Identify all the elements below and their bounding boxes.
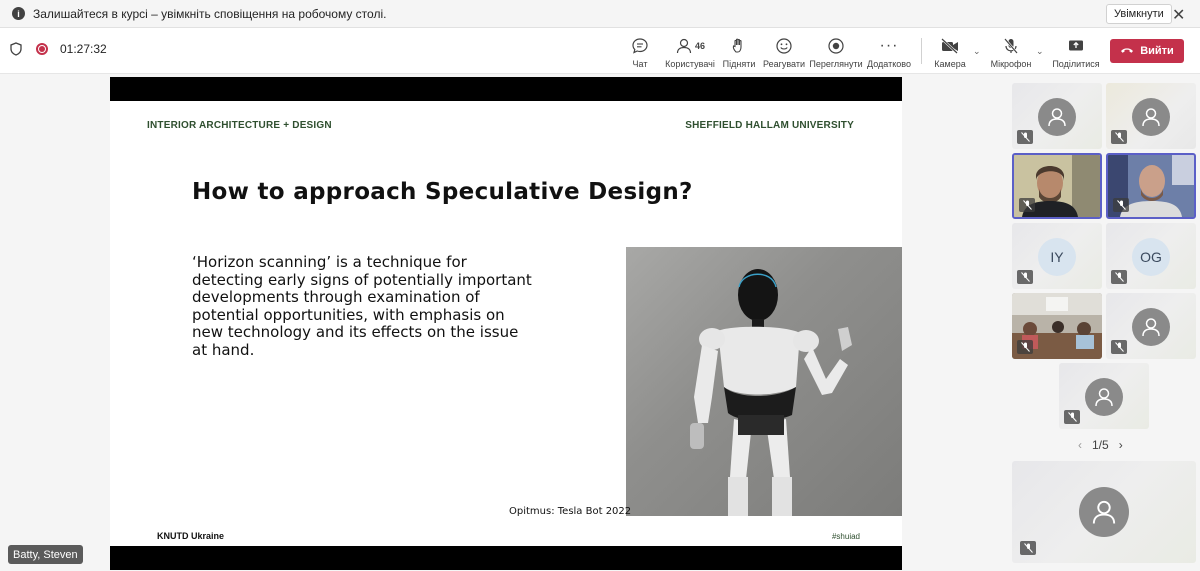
close-icon[interactable]: ✕ bbox=[1172, 5, 1185, 25]
shared-screen: INTERIOR ARCHITECTURE + DESIGN SHEFFIELD… bbox=[110, 77, 902, 570]
slide-header-right: SHEFFIELD HALLAM UNIVERSITY bbox=[685, 120, 854, 131]
avatar-initials: OG bbox=[1132, 238, 1170, 276]
letterbox-bottom bbox=[110, 546, 902, 570]
muted-mic-icon bbox=[1064, 410, 1080, 424]
view-button[interactable]: Переглянути bbox=[809, 28, 863, 74]
microphone-button[interactable]: Мікрофон bbox=[988, 28, 1034, 74]
avatar bbox=[1038, 98, 1076, 136]
recording-icon bbox=[36, 43, 48, 55]
participant-video-tile[interactable] bbox=[1012, 153, 1102, 219]
page-indicator: 1/5 bbox=[1092, 438, 1109, 452]
slide-footer-left: KNUTD Ukraine bbox=[157, 531, 225, 541]
muted-mic-icon bbox=[1017, 130, 1033, 144]
presenter-name-tag: Batty, Steven bbox=[8, 545, 83, 564]
camera-off-icon bbox=[940, 35, 960, 57]
react-button[interactable]: Реагувати bbox=[762, 28, 806, 74]
robot-photo bbox=[626, 247, 902, 516]
share-icon bbox=[1067, 35, 1085, 57]
participant-tile[interactable]: OG bbox=[1106, 223, 1196, 289]
raise-hand-label: Підняти bbox=[722, 59, 756, 69]
notification-bar: i Залишайтеся в курсі – увімкніть сповіщ… bbox=[0, 0, 1200, 28]
camera-label: Камера bbox=[934, 59, 966, 69]
avatar bbox=[1132, 98, 1170, 136]
meeting-timer: 01:27:32 bbox=[60, 42, 107, 56]
muted-mic-icon bbox=[1017, 340, 1033, 354]
avatar bbox=[1079, 487, 1129, 537]
slide-title: How to approach Speculative Design? bbox=[192, 179, 693, 205]
notification-text: Залишайтеся в курсі – увімкніть сповіщен… bbox=[33, 6, 387, 21]
muted-mic-icon bbox=[1111, 130, 1127, 144]
muted-mic-icon bbox=[1020, 541, 1036, 555]
more-button[interactable]: ··· Додатково bbox=[866, 28, 912, 74]
microphone-label: Мікрофон bbox=[990, 59, 1032, 69]
participant-video-tile[interactable] bbox=[1106, 153, 1196, 219]
chevron-right-icon[interactable]: › bbox=[1119, 438, 1123, 452]
slide-footer-right: #shuiad bbox=[831, 532, 860, 541]
chat-icon bbox=[631, 35, 649, 57]
participant-tile[interactable] bbox=[1012, 83, 1102, 149]
mic-off-icon bbox=[1002, 35, 1020, 57]
people-button[interactable]: 46 Користувачі bbox=[664, 28, 716, 74]
participant-tile[interactable]: IY bbox=[1012, 223, 1102, 289]
more-icon: ··· bbox=[879, 37, 899, 54]
meeting-toolbar: 01:27:32 Чат 46 Користувачі Підняти Реаг… bbox=[0, 28, 1200, 74]
info-icon: i bbox=[12, 7, 25, 20]
chevron-left-icon[interactable]: ‹ bbox=[1078, 438, 1082, 452]
view-icon bbox=[827, 35, 845, 57]
enable-notifications-button[interactable]: Увімкнути bbox=[1106, 4, 1172, 24]
chat-button[interactable]: Чат bbox=[626, 28, 654, 74]
raise-hand-button[interactable]: Підняти bbox=[722, 28, 756, 74]
participant-tile[interactable] bbox=[1106, 293, 1196, 359]
view-label: Переглянути bbox=[809, 59, 863, 69]
muted-mic-icon bbox=[1113, 198, 1129, 212]
people-label: Користувачі bbox=[665, 59, 715, 69]
camera-options-chevron-icon[interactable]: ⌄ bbox=[973, 46, 981, 57]
self-view-tile[interactable] bbox=[1012, 461, 1196, 563]
muted-mic-icon bbox=[1111, 270, 1127, 284]
more-label: Додатково bbox=[867, 59, 911, 69]
slide-header-left: INTERIOR ARCHITECTURE + DESIGN bbox=[147, 120, 332, 131]
muted-mic-icon bbox=[1111, 340, 1127, 354]
gallery-pager: ‹ 1/5 › bbox=[1078, 438, 1123, 452]
leave-label: Вийти bbox=[1140, 45, 1174, 57]
toolbar-divider bbox=[921, 38, 922, 64]
participant-tile[interactable] bbox=[1059, 363, 1149, 429]
avatar bbox=[1085, 378, 1123, 416]
emoji-icon bbox=[775, 35, 793, 57]
letterbox-top bbox=[110, 77, 902, 101]
people-icon: 46 bbox=[675, 35, 705, 57]
shield-icon[interactable] bbox=[10, 42, 22, 56]
people-count: 46 bbox=[694, 41, 705, 51]
avatar bbox=[1132, 308, 1170, 346]
chat-label: Чат bbox=[632, 59, 648, 69]
mic-options-chevron-icon[interactable]: ⌄ bbox=[1036, 46, 1044, 57]
avatar-initials: IY bbox=[1038, 238, 1076, 276]
hand-icon bbox=[730, 35, 748, 57]
muted-mic-icon bbox=[1019, 198, 1035, 212]
muted-mic-icon bbox=[1017, 270, 1033, 284]
photo-caption: Opitmus: Tesla Bot 2022 bbox=[509, 506, 632, 517]
participant-video-tile[interactable] bbox=[1012, 293, 1102, 359]
react-label: Реагувати bbox=[762, 59, 806, 69]
phone-hangup-icon bbox=[1120, 45, 1134, 57]
camera-button[interactable]: Камера bbox=[932, 28, 968, 74]
share-button[interactable]: Поділитися bbox=[1052, 28, 1100, 74]
slide-body: ‘Horizon scanning’ is a technique for de… bbox=[192, 253, 532, 359]
leave-button[interactable]: Вийти bbox=[1110, 39, 1184, 63]
participant-tile[interactable] bbox=[1106, 83, 1196, 149]
share-label: Поділитися bbox=[1052, 59, 1100, 69]
